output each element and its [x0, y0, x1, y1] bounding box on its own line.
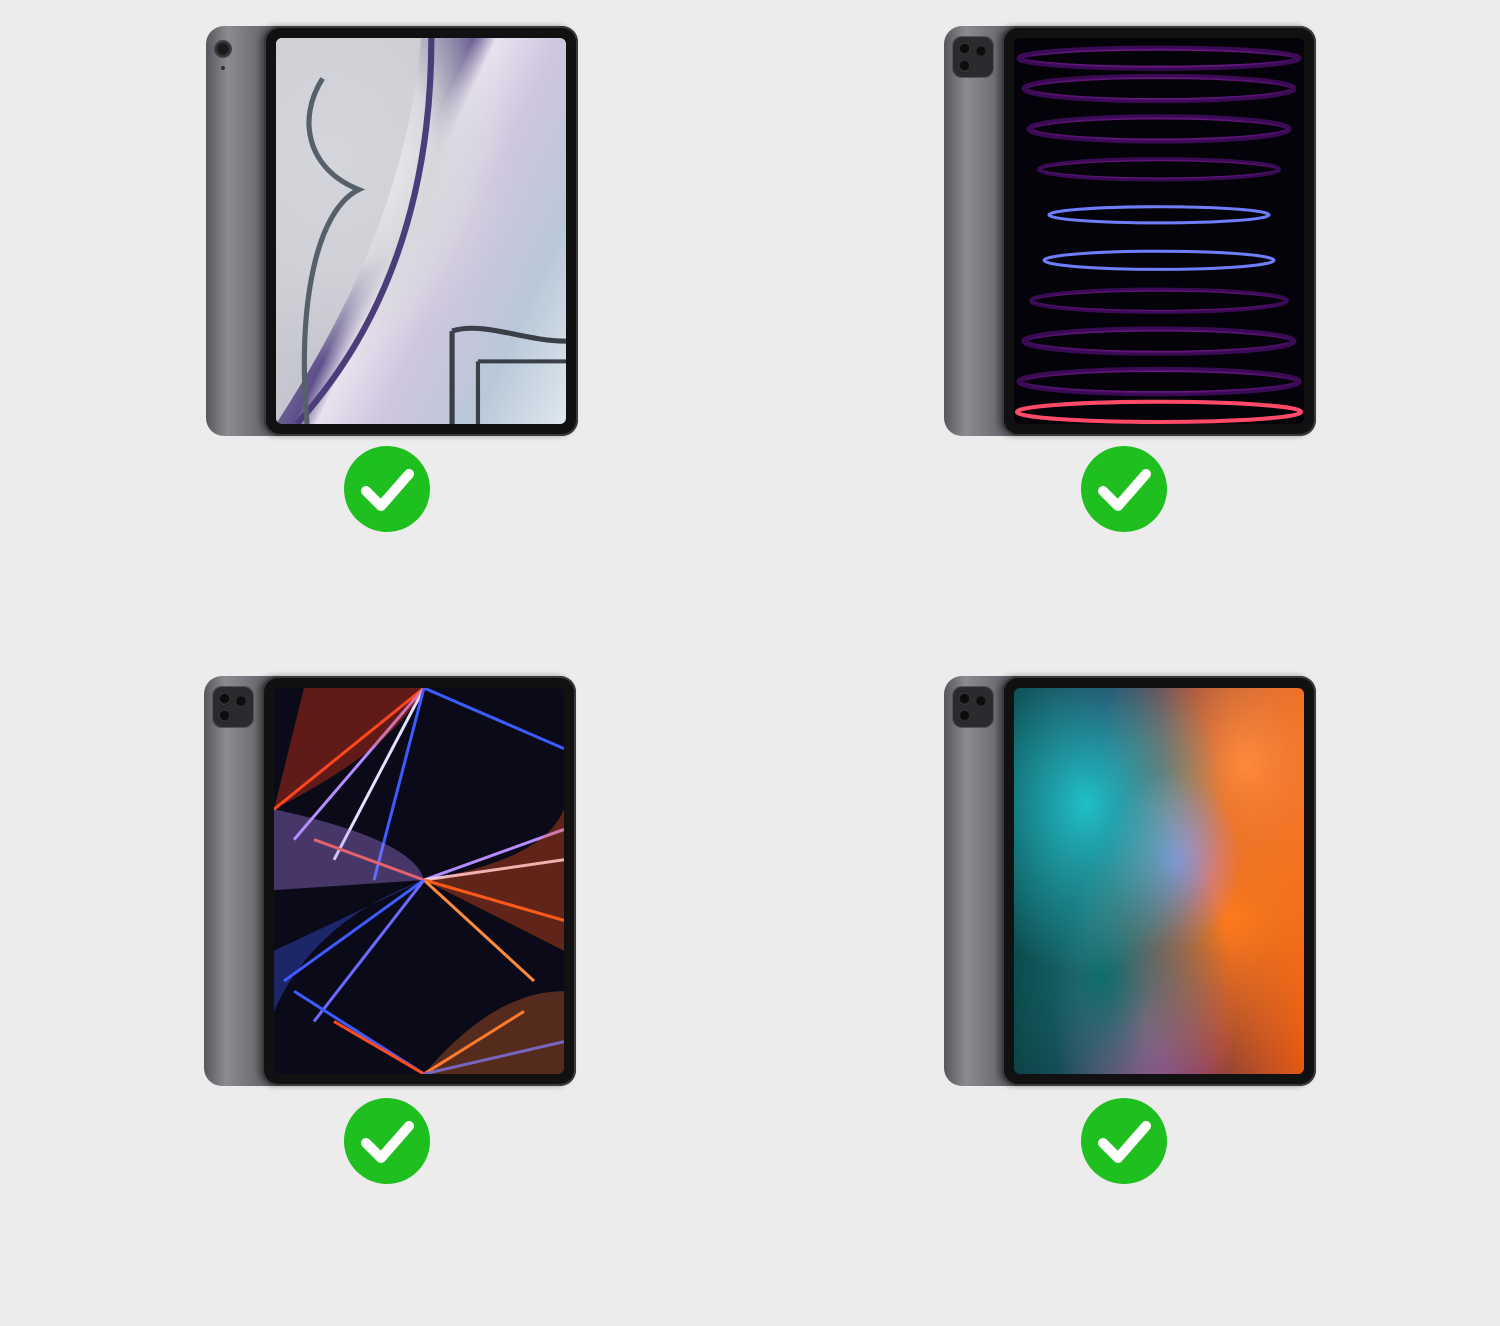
check-circle-icon	[344, 446, 430, 532]
pro6-wallpaper-art	[1015, 45, 1303, 424]
check-circle-icon	[1081, 1098, 1167, 1184]
tablet-ipad-air	[206, 26, 578, 436]
device-cell-air	[206, 26, 586, 546]
tablet-ipad-pro-6	[944, 26, 1316, 436]
tablet-front	[1002, 676, 1316, 1086]
check-circle-icon	[1081, 446, 1167, 532]
check-circle-icon	[344, 1098, 430, 1184]
screen-wallpaper-pro6	[1014, 38, 1304, 424]
tablet-ipad-pro-5	[204, 676, 576, 1086]
pro5-wallpaper-art	[274, 688, 564, 1074]
screen-wallpaper-pro5	[274, 688, 564, 1074]
camera-module-icon	[212, 686, 254, 728]
camera-lens-icon	[214, 40, 232, 58]
device-cell-pro5	[204, 676, 584, 1196]
tablet-front	[264, 26, 578, 436]
tablet-front	[1002, 26, 1316, 436]
screen-wallpaper-air	[276, 38, 566, 424]
camera-module-icon	[952, 686, 994, 728]
device-cell-pro4	[944, 676, 1324, 1196]
tablet-ipad-pro-4	[944, 676, 1316, 1086]
product-image: { "devices": [ {"model_art": "ipad-air-w…	[0, 0, 1500, 1326]
device-cell-pro6	[944, 26, 1324, 546]
microphone-dot	[221, 66, 225, 70]
camera-module-icon	[952, 36, 994, 78]
air-wallpaper-art	[276, 38, 566, 424]
screen-wallpaper-pro4	[1014, 688, 1304, 1074]
tablet-front	[262, 676, 576, 1086]
